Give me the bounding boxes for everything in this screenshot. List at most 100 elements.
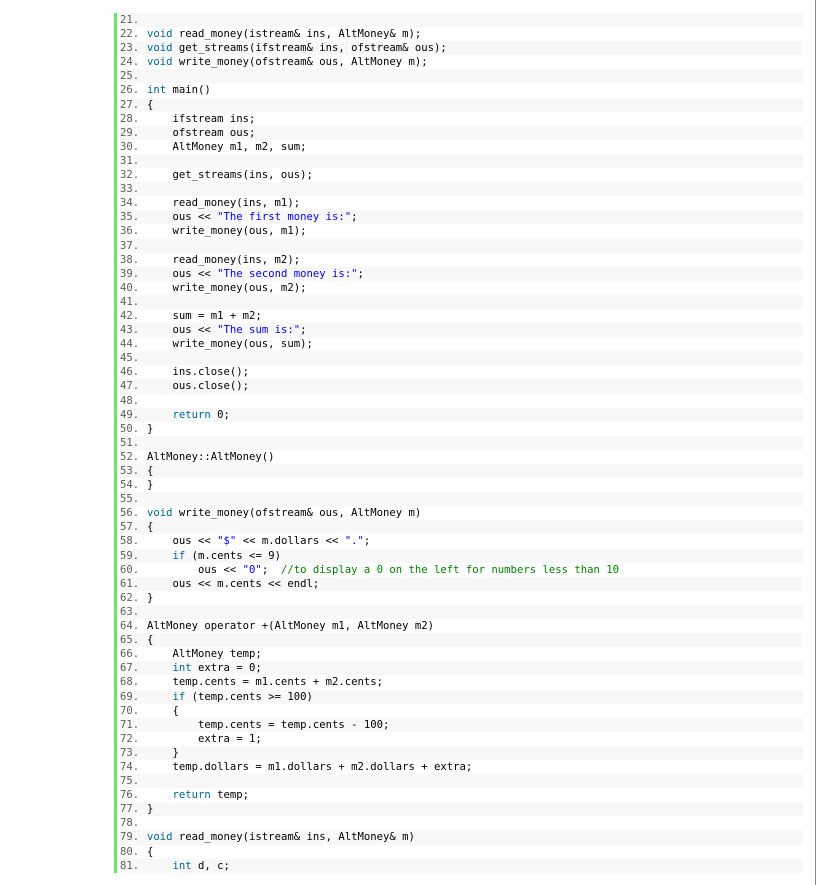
- string-literal: "The first money is:": [217, 211, 352, 224]
- code-text: {: [147, 634, 154, 647]
- code-text: read_money(istream& ins, AltMoney& m): [172, 831, 415, 844]
- line-number: 73.: [120, 746, 140, 759]
- code-line: 58. ous << "$" << m.dollars << ".";: [117, 534, 803, 549]
- code-text: temp;: [210, 789, 250, 802]
- line-number: 36.: [120, 225, 140, 238]
- comment-text: //to display a 0 on the left for numbers…: [280, 563, 619, 576]
- code-line: 26. int main(): [117, 83, 803, 98]
- line-number: 59.: [120, 549, 140, 562]
- keyword-token: void: [147, 42, 173, 55]
- line-number: 67.: [120, 662, 140, 675]
- line-number: 28.: [120, 112, 140, 125]
- type-token: int: [147, 84, 167, 97]
- code-line: 78.: [117, 816, 803, 831]
- string-literal: "0": [242, 563, 262, 576]
- line-number: 77.: [120, 803, 140, 816]
- line-number: 63.: [120, 605, 140, 618]
- line-number: 76.: [120, 789, 140, 802]
- line-number: 22.: [120, 28, 140, 41]
- code-text: }: [147, 479, 154, 492]
- line-number: 69.: [120, 690, 140, 703]
- code-text: ous <<: [147, 563, 243, 576]
- code-line: 48.: [117, 393, 803, 408]
- keyword-token: if: [147, 690, 186, 703]
- code-text: main(): [166, 84, 211, 97]
- code-text: write_money(ofstream& ous, AltMoney m);: [172, 56, 428, 69]
- line-number: 51.: [120, 436, 140, 449]
- code-text: read_money(ins, m2);: [147, 253, 301, 266]
- code-text: ifstream ins;: [147, 112, 256, 125]
- code-text: }: [147, 803, 154, 816]
- line-number: 68.: [120, 676, 140, 689]
- code-line: 39. ous << "The second money is:";: [117, 266, 803, 281]
- code-line: 24. void write_money(ofstream& ous, AltMo…: [117, 55, 803, 70]
- code-line: 21.: [117, 13, 803, 28]
- code-line: 46. ins.close();: [117, 365, 803, 380]
- code-text: write_money(ofstream& ous, AltMoney m): [172, 507, 422, 520]
- line-number: 81.: [120, 859, 140, 872]
- code-text: ;: [300, 324, 307, 337]
- code-text: ous <<: [147, 535, 218, 548]
- code-line: 51.: [117, 435, 803, 450]
- code-line: 56. void write_money(ofstream& ous, AltMo…: [117, 506, 803, 521]
- code-line: 25.: [117, 69, 803, 84]
- code-line: 40. write_money(ous, m2);: [117, 280, 803, 295]
- line-number: 44.: [120, 338, 140, 351]
- code-text: {: [147, 521, 154, 534]
- keyword-token: void: [147, 831, 173, 844]
- code-text: ous << m.cents << endl;: [147, 577, 320, 590]
- line-number: 31.: [120, 154, 140, 167]
- code-line: 30. AltMoney m1, m2, sum;: [117, 139, 803, 154]
- code-text: ous.close();: [147, 380, 250, 393]
- code-line: 32. get_streams(ins, ous);: [117, 168, 803, 183]
- code-line: 29. ofstream ous;: [117, 125, 803, 140]
- code-line: 64. AltMoney operator +(AltMoney m1, AltM…: [117, 619, 803, 634]
- code-line: 74. temp.dollars = m1.dollars + m2.dolla…: [117, 759, 803, 775]
- keyword-token: return: [147, 408, 211, 421]
- line-number: 34.: [120, 197, 140, 210]
- code-text: temp.cents = temp.cents - 100;: [147, 718, 390, 731]
- code-line: 37.: [117, 238, 803, 253]
- type-token: int: [147, 859, 192, 872]
- code-line: 53. {: [117, 464, 803, 479]
- code-line: 31.: [117, 153, 803, 169]
- code-text: ous <<: [147, 211, 218, 224]
- line-number: 54.: [120, 479, 140, 492]
- code-text: write_money(ous, sum);: [147, 338, 313, 351]
- code-text: temp.dollars = m1.dollars + m2.dollars +…: [147, 760, 473, 773]
- line-number: 52.: [120, 450, 140, 463]
- page-border: [815, 0, 816, 885]
- line-number: 32.: [120, 169, 140, 182]
- line-number: 72.: [120, 732, 140, 745]
- code-text: extra = 0;: [191, 662, 262, 675]
- line-number: 53.: [120, 465, 140, 477]
- code-text: (temp.cents >= 100): [185, 690, 313, 703]
- line-number: 45.: [120, 352, 140, 365]
- code-text: ;: [261, 563, 281, 576]
- line-number: 48.: [120, 394, 140, 407]
- line-number: 70.: [120, 704, 140, 717]
- keyword-token: return: [147, 789, 211, 802]
- line-number: 50.: [120, 422, 140, 435]
- code-line: 36. write_money(ous, m1);: [117, 224, 803, 239]
- code-text: ;: [363, 535, 371, 548]
- code-line: 63.: [117, 604, 803, 620]
- line-number: 65.: [120, 634, 140, 647]
- code-line: 55.: [117, 492, 803, 507]
- code-text: AltMoney temp;: [147, 648, 262, 661]
- line-number: 61.: [120, 577, 140, 590]
- code-line: 67. int extra = 0;: [117, 661, 803, 676]
- code-line: 57. {: [117, 520, 803, 535]
- code-text: ofstream ous;: [147, 126, 256, 139]
- code-line: 59. if (m.cents <= 9): [117, 548, 803, 563]
- line-number: 74.: [120, 760, 140, 773]
- line-number: 39.: [120, 267, 140, 280]
- line-number: 33.: [120, 183, 140, 196]
- code-line: 41.: [117, 294, 803, 309]
- code-line: 38. read_money(ins, m2);: [117, 252, 803, 267]
- type-token: int: [147, 662, 192, 675]
- code-text: write_money(ous, m1);: [147, 225, 307, 238]
- code-text: << m.dollars <<: [236, 535, 345, 548]
- line-number: 80.: [120, 845, 140, 858]
- code-text: ;: [351, 211, 358, 224]
